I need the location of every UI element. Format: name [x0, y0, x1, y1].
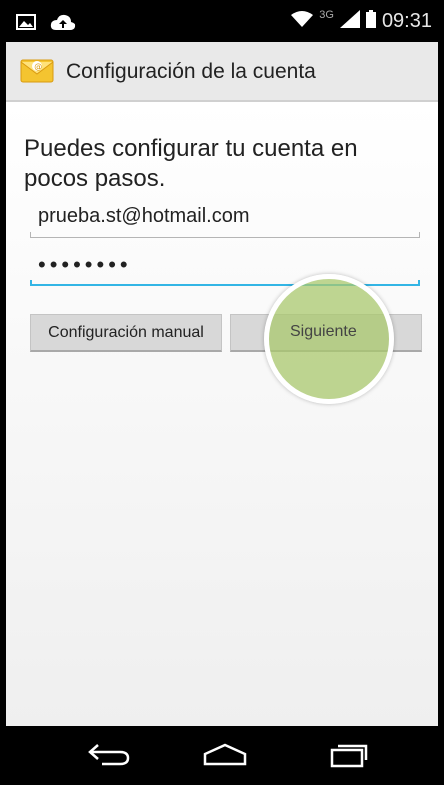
email-envelope-icon[interactable]: @ — [20, 56, 54, 84]
password-field-underline — [30, 280, 420, 286]
back-icon[interactable] — [84, 738, 134, 770]
wifi-icon — [291, 10, 314, 33]
password-field[interactable]: •••••••• — [30, 246, 420, 286]
status-time: 09:31 — [381, 10, 432, 32]
action-bar: @ Configuración de la cuenta — [6, 42, 438, 102]
battery-icon — [365, 10, 376, 33]
status-bar: 3G 09:31 — [6, 4, 438, 42]
cloud-upload-icon — [50, 13, 76, 36]
screen: 3G 09:31 @ Configuración de la cuenta Pu… — [6, 4, 438, 781]
next-button-label: Siguiente — [290, 323, 357, 340]
image-notification-icon — [16, 13, 36, 36]
navigation-bar — [6, 726, 438, 781]
email-field-underline — [30, 232, 420, 238]
account-setup-content: Puedes configurar tu cuenta en pocos pas… — [6, 102, 438, 726]
svg-text:@: @ — [34, 62, 42, 71]
network-type-label: 3G — [319, 8, 334, 21]
home-icon[interactable] — [200, 738, 250, 770]
recent-apps-icon[interactable] — [324, 738, 374, 770]
page-title: Configuración de la cuenta — [66, 60, 316, 83]
intro-text: Puedes configurar tu cuenta en pocos pas… — [24, 135, 358, 192]
device-frame: 3G 09:31 @ Configuración de la cuenta Pu… — [0, 0, 444, 785]
signal-icon — [339, 10, 360, 33]
email-field[interactable] — [30, 198, 420, 238]
password-input[interactable]: •••••••• — [38, 252, 132, 278]
manual-config-button[interactable]: Configuración manual — [30, 314, 222, 352]
email-input[interactable] — [30, 198, 420, 234]
